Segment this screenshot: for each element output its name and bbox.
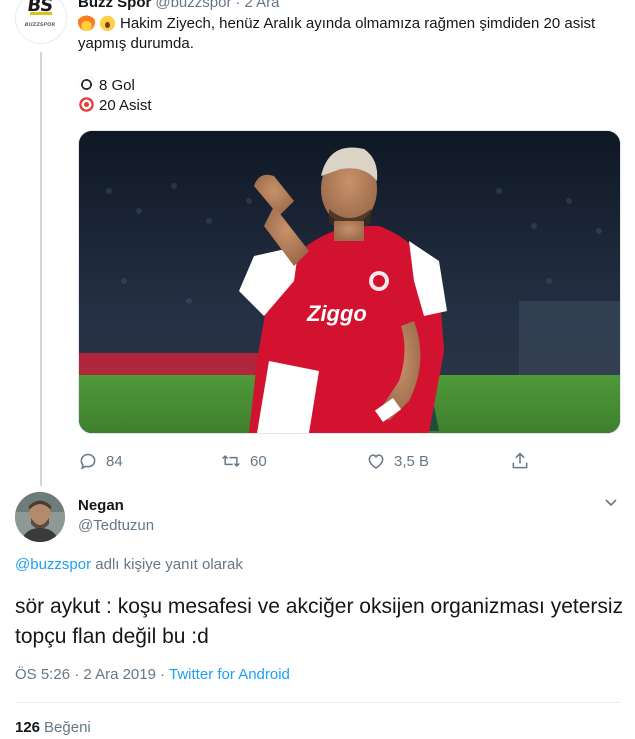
tweet-action-bar: 84 60 3,5 B bbox=[78, 450, 548, 472]
chevron-down-icon[interactable] bbox=[604, 498, 618, 508]
retweet-count: 60 bbox=[250, 452, 267, 470]
buzzspor-avatar[interactable]: BS BUZZSPOR bbox=[15, 0, 67, 44]
goals-stat: 8 Gol bbox=[99, 77, 135, 94]
share-button[interactable] bbox=[510, 450, 530, 472]
likes-label: Beğeni bbox=[44, 719, 91, 736]
like-icon bbox=[368, 454, 384, 469]
retweet-icon bbox=[222, 455, 240, 467]
reply-count: 84 bbox=[106, 452, 123, 470]
tweet-body: Hakim Ziyech, henüz Aralık ayında olmamı… bbox=[78, 15, 596, 52]
like-button[interactable]: 3,5 B bbox=[366, 450, 429, 472]
tweet-meta: ÖS 5:26 · 2 Ara 2019 · Twitter for Andro… bbox=[15, 665, 290, 685]
soccer-ball-icon bbox=[78, 76, 95, 93]
thread-connector-line bbox=[40, 52, 42, 486]
reply-button[interactable]: 84 bbox=[78, 450, 123, 472]
replying-to-suffix: adlı kişiye yanıt olarak bbox=[91, 556, 243, 573]
reply-author-handle[interactable]: @Tedtuzun bbox=[78, 516, 154, 536]
likes-count: 126 bbox=[15, 719, 41, 736]
user-photo bbox=[15, 492, 65, 542]
retweet-button[interactable]: 60 bbox=[220, 450, 267, 472]
divider bbox=[15, 702, 620, 703]
author-name[interactable]: Buzz Spor bbox=[78, 0, 151, 11]
reply-icon bbox=[80, 453, 96, 470]
negan-avatar[interactable] bbox=[15, 492, 65, 542]
tweet-time[interactable]: ÖS 5:26 bbox=[15, 666, 70, 683]
tweet-photo[interactable]: Ziggo bbox=[78, 130, 621, 434]
football-player-photo: Ziggo bbox=[79, 131, 620, 433]
original-tweet-text: Hakim Ziyech, henüz Aralık ayında olmamı… bbox=[78, 14, 623, 54]
tweet-date[interactable]: 2 Ara 2019 bbox=[83, 666, 156, 683]
tweet-source-link[interactable]: Twitter for Android bbox=[169, 666, 290, 683]
reply-author-name[interactable]: Negan bbox=[78, 496, 124, 516]
assists-stat: 20 Asist bbox=[99, 97, 152, 114]
target-icon bbox=[78, 96, 95, 113]
share-icon bbox=[512, 452, 528, 469]
like-count: 3,5 B bbox=[394, 452, 430, 470]
buzzspor-logo: BS BUZZSPOR bbox=[23, 0, 56, 28]
reply-tweet-text: sör aykut : koşu mesafesi ve akciğer oks… bbox=[15, 595, 624, 648]
replying-to: @buzzspor adlı kişiye yanıt olarak bbox=[15, 555, 243, 575]
tweet-stats: 8 Gol 20 Asist bbox=[78, 76, 152, 116]
author-handle[interactable]: @buzzspor bbox=[155, 0, 231, 11]
likes-summary[interactable]: 126 Beğeni bbox=[15, 718, 91, 738]
logo-accent-bar bbox=[30, 12, 52, 15]
original-tweet-header: Buzz Spor @buzzspor · 2 Ara bbox=[78, 0, 279, 13]
meta-separator: · bbox=[70, 666, 84, 683]
scream-icon bbox=[99, 14, 116, 31]
separator-dot: · bbox=[235, 0, 241, 11]
meta-separator: · bbox=[155, 666, 170, 683]
svg-text:Ziggo: Ziggo bbox=[306, 301, 367, 326]
replying-to-link[interactable]: @buzzspor bbox=[15, 556, 91, 573]
tweet-time[interactable]: 2 Ara bbox=[244, 0, 279, 11]
fire-icon bbox=[78, 14, 95, 31]
